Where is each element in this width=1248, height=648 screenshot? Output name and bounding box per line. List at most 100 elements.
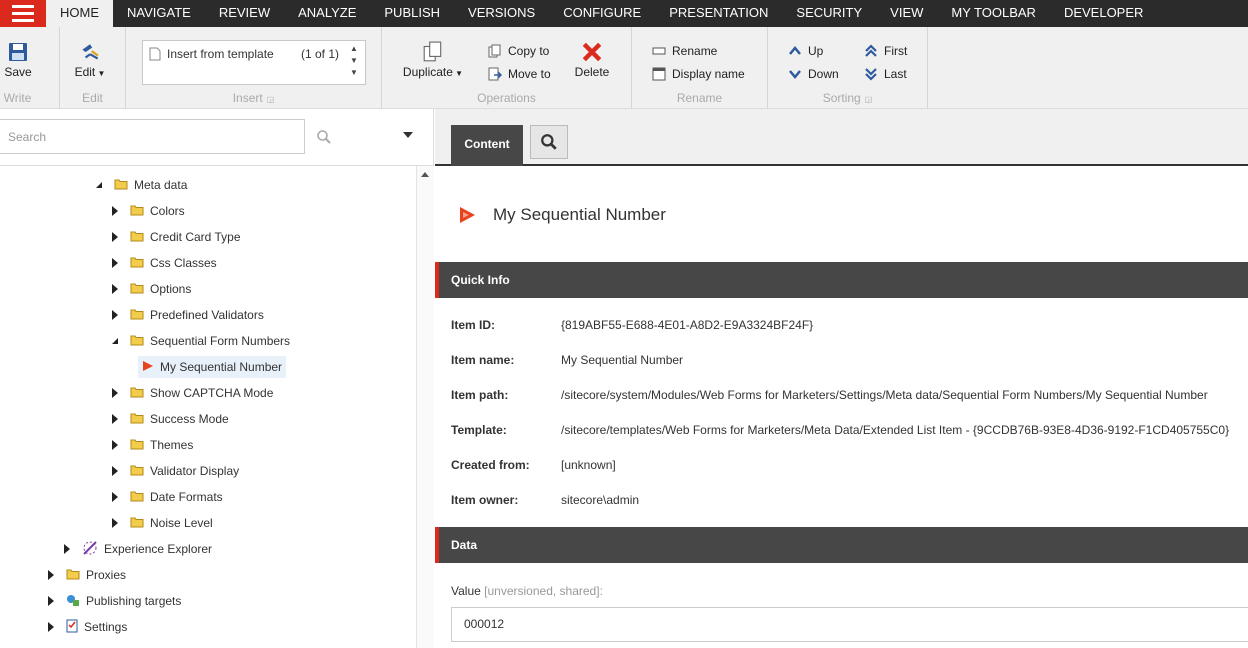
tab-home[interactable]: HOME — [46, 0, 113, 27]
expand-toggle-icon[interactable] — [112, 232, 118, 242]
scroll-up-icon[interactable] — [421, 172, 429, 177]
expand-toggle-icon[interactable] — [112, 388, 118, 398]
quick-info-header[interactable]: Quick Info — [435, 262, 1248, 298]
tree-node-label: Date Formats — [150, 490, 223, 504]
tree-node[interactable]: Noise Level — [112, 512, 213, 534]
tree-node[interactable]: Credit Card Type — [112, 226, 241, 248]
tree-node[interactable]: Validator Display — [112, 460, 239, 482]
tree-node[interactable]: My Sequential Number — [138, 356, 287, 378]
duplicate-button[interactable]: Duplicate ▼ — [400, 41, 466, 79]
tab-presentation[interactable]: PRESENTATION — [655, 0, 782, 27]
tree-node[interactable]: Colors — [112, 200, 185, 222]
collapse-toggle-icon[interactable] — [112, 338, 118, 344]
tree-node[interactable]: Themes — [112, 434, 193, 456]
ribbon: Save Write Edit ▼ Edit Insert from templ… — [0, 27, 1248, 109]
tree-node[interactable]: Meta data — [96, 174, 187, 196]
group-operations-label: Operations — [477, 91, 536, 105]
group-edit-label: Edit — [82, 91, 103, 105]
tree-node[interactable]: Options — [112, 278, 191, 300]
expand-toggle-icon[interactable] — [112, 206, 118, 216]
search-dropdown-icon[interactable] — [403, 132, 413, 138]
expand-icon[interactable]: ◲ — [865, 95, 873, 104]
delete-button[interactable]: Delete — [572, 41, 612, 79]
tree-node-label: Predefined Validators — [150, 308, 264, 322]
expand-toggle-icon[interactable] — [112, 440, 118, 450]
ribbon-tab-bar: HOME NAVIGATE REVIEW ANALYZE PUBLISH VER… — [0, 0, 1248, 27]
insert-from-template-item[interactable]: Insert from template — [149, 47, 274, 61]
quick-info-key: Item name: — [451, 353, 515, 367]
tab-security[interactable]: SECURITY — [782, 0, 876, 27]
move-to-button[interactable]: Move to — [488, 67, 551, 81]
tree-node[interactable]: Predefined Validators — [112, 304, 264, 326]
editor-search-button[interactable] — [530, 125, 568, 159]
expand-toggle-icon[interactable] — [48, 622, 54, 632]
tab-review[interactable]: REVIEW — [205, 0, 284, 27]
save-button[interactable]: Save — [4, 41, 32, 79]
tab-my-toolbar[interactable]: MY TOOLBAR — [937, 0, 1050, 27]
insert-gallery[interactable]: Insert from template (1 of 1) ▲ ▼ ▼ — [142, 40, 366, 85]
collapse-toggle-icon[interactable] — [96, 182, 102, 188]
folder-icon — [130, 204, 144, 219]
expand-toggle-icon[interactable] — [112, 414, 118, 424]
value-field[interactable]: 000012 — [451, 607, 1248, 642]
expand-toggle-icon[interactable] — [112, 466, 118, 476]
expand-toggle-icon[interactable] — [112, 492, 118, 502]
tree-node[interactable]: Publishing targets — [48, 590, 181, 612]
sort-down-button[interactable]: Down — [788, 67, 839, 81]
expand-toggle-icon[interactable] — [48, 570, 54, 580]
tab-versions[interactable]: VERSIONS — [454, 0, 549, 27]
tree-node[interactable]: Experience Explorer — [64, 538, 212, 560]
copy-to-button[interactable]: Copy to — [488, 44, 549, 58]
group-write-label: Write — [3, 91, 32, 105]
display-name-button[interactable]: Display name — [652, 67, 745, 81]
data-section-header[interactable]: Data — [435, 527, 1248, 563]
search-icon[interactable] — [316, 129, 332, 145]
save-label: Save — [4, 65, 32, 79]
tree-node[interactable]: Css Classes — [112, 252, 217, 274]
insert-from-template-label: Insert from template — [167, 47, 274, 61]
expand-icon[interactable]: ◲ — [267, 95, 275, 104]
search-input[interactable] — [0, 119, 305, 154]
tab-content[interactable]: Content — [451, 125, 523, 166]
tab-configure[interactable]: CONFIGURE — [549, 0, 655, 27]
tree-scrollbar[interactable] — [416, 166, 434, 648]
tree-node-label: Css Classes — [150, 256, 217, 270]
search-icon — [541, 134, 557, 150]
tree-node-label: Experience Explorer — [104, 542, 213, 556]
hamburger-menu-icon[interactable] — [0, 0, 46, 27]
tab-view[interactable]: VIEW — [876, 0, 937, 27]
quick-info-row: Item name: My Sequential Number — [451, 353, 683, 367]
save-icon — [9, 43, 27, 61]
chevron-up-icon — [789, 46, 801, 55]
tree-node[interactable]: Sequential Form Numbers — [112, 330, 290, 352]
gallery-scroll-arrows[interactable]: ▲ ▼ ▼ — [349, 43, 359, 79]
expand-toggle-icon[interactable] — [112, 310, 118, 320]
tree-node[interactable]: Success Mode — [112, 408, 229, 430]
sort-first-button[interactable]: First — [864, 44, 907, 58]
rename-button[interactable]: Rename — [652, 44, 717, 58]
expand-toggle-icon[interactable] — [48, 596, 54, 606]
tab-developer[interactable]: DEVELOPER — [1050, 0, 1157, 27]
expand-toggle-icon[interactable] — [64, 544, 70, 554]
quick-info-value: sitecore\admin — [561, 493, 640, 507]
expand-toggle-icon[interactable] — [112, 284, 118, 294]
quick-info-row: Created from: [unknown] — [451, 458, 616, 472]
tree-node-label: Proxies — [86, 568, 127, 582]
sort-last-button[interactable]: Last — [864, 67, 907, 81]
sort-up-button[interactable]: Up — [788, 44, 823, 58]
tree-node[interactable]: Settings — [48, 616, 127, 638]
tab-analyze[interactable]: ANALYZE — [284, 0, 370, 27]
expand-toggle-icon[interactable] — [112, 518, 118, 528]
expand-toggle-icon[interactable] — [112, 258, 118, 268]
copy-to-icon — [488, 44, 501, 58]
edit-button[interactable]: Edit ▼ — [72, 41, 108, 79]
tab-publish[interactable]: PUBLISH — [370, 0, 454, 27]
tree-node[interactable]: Proxies — [48, 564, 126, 586]
folder-icon — [130, 386, 144, 401]
tab-navigate[interactable]: NAVIGATE — [113, 0, 205, 27]
tree-node[interactable]: Date Formats — [112, 486, 223, 508]
tree-node[interactable]: Show CAPTCHA Mode — [112, 382, 273, 404]
folder-icon — [130, 256, 144, 271]
double-chevron-down-icon — [865, 68, 877, 81]
move-to-icon — [488, 67, 502, 81]
